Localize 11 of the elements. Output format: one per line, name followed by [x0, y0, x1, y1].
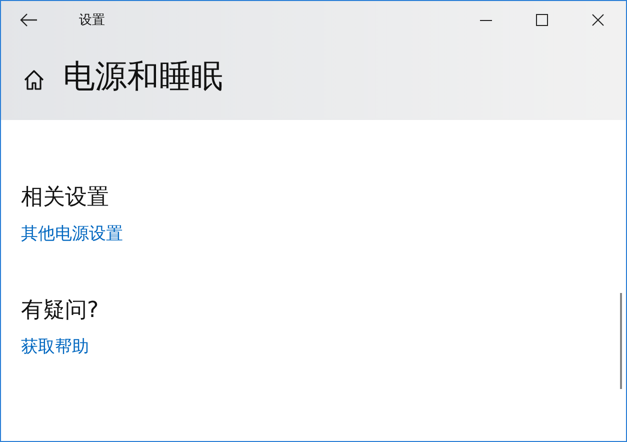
scrollbar[interactable]	[620, 293, 622, 389]
section-heading: 相关设置	[21, 184, 109, 212]
window-title: 设置	[79, 12, 105, 29]
back-arrow-icon	[20, 13, 38, 27]
section-heading: 有疑问?	[21, 297, 99, 325]
home-icon[interactable]	[23, 68, 45, 90]
link[interactable]: 其他电源设置	[21, 222, 123, 245]
close-icon	[592, 14, 604, 26]
page-title: 电源和睡眠	[63, 56, 223, 96]
maximize-icon	[536, 14, 548, 26]
link[interactable]: 获取帮助	[21, 335, 89, 358]
